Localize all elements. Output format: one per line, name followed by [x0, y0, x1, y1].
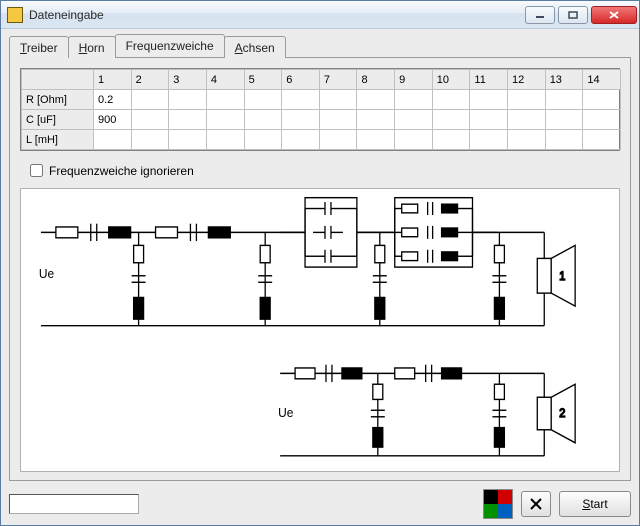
grid-col-header[interactable]: 4: [206, 70, 244, 90]
grid-cell-input[interactable]: [94, 130, 131, 149]
grid-cell[interactable]: [545, 130, 583, 150]
grid-cell[interactable]: [357, 110, 395, 130]
tab-panel-frequenzweiche: 1234567891011121314R [Ohm]0.2C [uF]900L …: [9, 57, 631, 481]
svg-text:1: 1: [559, 271, 565, 283]
ue-label-1: Ue: [39, 266, 54, 281]
grid-cell[interactable]: [319, 130, 357, 150]
grid-cell[interactable]: [206, 90, 244, 110]
schematic-diagram: 1 Ue: [20, 188, 620, 472]
grid-cell[interactable]: [131, 130, 169, 150]
grid-cell[interactable]: [282, 90, 320, 110]
grid-cell[interactable]: [282, 130, 320, 150]
grid-cell[interactable]: [583, 130, 621, 150]
minimize-button[interactable]: [525, 6, 555, 24]
grid-cell[interactable]: 900: [94, 110, 132, 130]
grid-cell[interactable]: [94, 130, 132, 150]
grid-cell[interactable]: [432, 130, 470, 150]
grid-cell[interactable]: [470, 130, 508, 150]
grid-cell[interactable]: [206, 130, 244, 150]
grid-cell[interactable]: [244, 110, 282, 130]
grid-col-header[interactable]: 10: [432, 70, 470, 90]
ignore-crossover-input[interactable]: [30, 164, 43, 177]
window: Dateneingabe Treiber Horn Frequenzweiche…: [0, 0, 640, 526]
tab-frequenzweiche[interactable]: Frequenzweiche: [115, 34, 225, 57]
client-area: Treiber Horn Frequenzweiche Achsen 12345…: [1, 29, 639, 525]
grid-cell[interactable]: [432, 110, 470, 130]
grid-cell[interactable]: [131, 90, 169, 110]
close-icon: [530, 498, 542, 510]
maximize-button[interactable]: [558, 6, 588, 24]
color-swatch-green[interactable]: [484, 504, 498, 518]
grid-cell[interactable]: [169, 130, 207, 150]
tab-treiber[interactable]: Treiber: [9, 36, 69, 58]
tab-horn[interactable]: Horn: [68, 36, 116, 58]
grid-cell[interactable]: [395, 110, 433, 130]
tab-bar: Treiber Horn Frequenzweiche Achsen: [9, 33, 631, 57]
grid-cell[interactable]: [131, 110, 169, 130]
grid-cell[interactable]: [470, 90, 508, 110]
grid-cell[interactable]: [206, 110, 244, 130]
grid-col-header[interactable]: 2: [131, 70, 169, 90]
grid-col-header[interactable]: 9: [395, 70, 433, 90]
ignore-crossover-label: Frequenzweiche ignorieren: [49, 164, 194, 178]
grid-cell[interactable]: [508, 110, 546, 130]
svg-text:2: 2: [559, 407, 565, 419]
app-icon: [7, 7, 23, 23]
close-window-button[interactable]: [591, 6, 637, 24]
bottom-bar: Start: [9, 489, 631, 519]
color-swatch-black[interactable]: [484, 490, 498, 504]
grid-cell[interactable]: [508, 90, 546, 110]
color-swatch-red[interactable]: [498, 490, 512, 504]
grid-cell[interactable]: [470, 110, 508, 130]
grid-cell[interactable]: 0.2: [94, 90, 132, 110]
ue-label-2: Ue: [278, 405, 293, 420]
grid-col-header[interactable]: 14: [583, 70, 621, 90]
grid-row-header[interactable]: L [mH]: [22, 130, 94, 150]
grid-col-header[interactable]: 3: [169, 70, 207, 90]
grid-cell[interactable]: [319, 110, 357, 130]
grid-col-header[interactable]: 5: [244, 70, 282, 90]
grid-cell[interactable]: [357, 130, 395, 150]
grid-col-header[interactable]: 13: [545, 70, 583, 90]
grid-col-header[interactable]: 1: [94, 70, 132, 90]
data-grid[interactable]: 1234567891011121314R [Ohm]0.2C [uF]900L …: [20, 68, 620, 151]
grid-cell[interactable]: [282, 110, 320, 130]
grid-corner: [22, 70, 94, 90]
grid-col-header[interactable]: 7: [319, 70, 357, 90]
grid-cell[interactable]: [545, 110, 583, 130]
grid-col-header[interactable]: 12: [508, 70, 546, 90]
grid-row-header[interactable]: C [uF]: [22, 110, 94, 130]
titlebar: Dateneingabe: [1, 1, 639, 29]
status-field[interactable]: [9, 494, 139, 514]
grid-cell[interactable]: [395, 130, 433, 150]
grid-col-header[interactable]: 6: [282, 70, 320, 90]
cancel-button[interactable]: [521, 491, 551, 517]
tab-achsen[interactable]: Achsen: [224, 36, 286, 58]
grid-cell[interactable]: [395, 90, 433, 110]
window-buttons: [525, 6, 637, 24]
ignore-crossover-checkbox[interactable]: Frequenzweiche ignorieren: [26, 161, 620, 180]
grid-cell[interactable]: [169, 110, 207, 130]
grid-cell[interactable]: [244, 90, 282, 110]
grid-cell[interactable]: [508, 130, 546, 150]
color-palette[interactable]: [483, 489, 513, 519]
grid-cell[interactable]: [244, 130, 282, 150]
color-swatch-blue[interactable]: [498, 504, 512, 518]
grid-cell[interactable]: [169, 90, 207, 110]
grid-row-header[interactable]: R [Ohm]: [22, 90, 94, 110]
grid-cell[interactable]: [357, 90, 395, 110]
grid-col-header[interactable]: 11: [470, 70, 508, 90]
grid-cell[interactable]: [319, 90, 357, 110]
grid-cell[interactable]: [432, 90, 470, 110]
grid-cell[interactable]: [583, 90, 621, 110]
start-button[interactable]: Start: [559, 491, 631, 517]
window-title: Dateneingabe: [29, 8, 525, 22]
grid-cell[interactable]: [545, 90, 583, 110]
grid-col-header[interactable]: 8: [357, 70, 395, 90]
grid-cell[interactable]: [583, 110, 621, 130]
